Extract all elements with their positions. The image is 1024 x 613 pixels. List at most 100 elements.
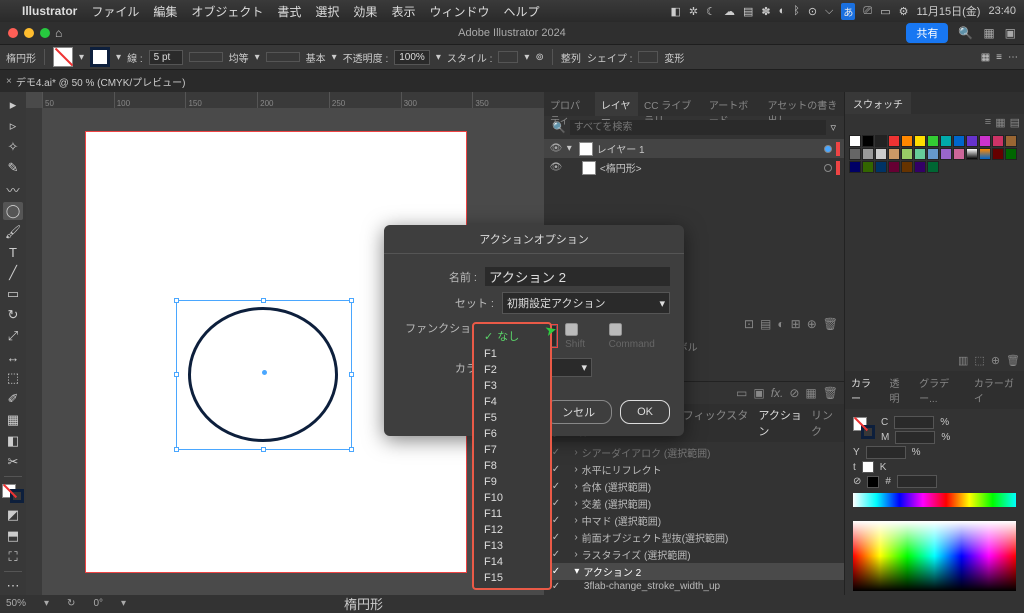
dropdown-item[interactable]: F14 (474, 554, 550, 570)
swatch[interactable] (849, 161, 861, 173)
screen-mode[interactable]: ⛶ (3, 548, 23, 566)
dropdown-item[interactable]: F4 (474, 394, 550, 410)
stroke-swatch[interactable] (90, 47, 110, 67)
scale-tool[interactable]: ⤢ (3, 327, 23, 345)
swatch[interactable] (901, 148, 913, 160)
app-name[interactable]: Illustrator (22, 4, 77, 18)
ok-button[interactable]: OK (620, 400, 670, 424)
swatch[interactable] (979, 135, 991, 147)
dropdown-item[interactable]: F1 (474, 346, 550, 362)
swatch[interactable] (862, 135, 874, 147)
curvature-tool[interactable]: 〰 (3, 180, 23, 199)
menubar-date[interactable]: 11月15日(金) (916, 3, 980, 19)
dropdown-item[interactable]: F10 (474, 490, 550, 506)
target-icon[interactable] (824, 164, 832, 172)
swatch[interactable] (914, 148, 926, 160)
tray-icon[interactable]: ◧ (670, 5, 680, 18)
handle[interactable] (349, 298, 354, 303)
action-row[interactable]: ✓ ›前面オブジェクト型抜(選択範囲) (544, 529, 844, 546)
shape-button[interactable]: シェイプ : (587, 50, 633, 65)
menu-window[interactable]: ウィンドウ (429, 3, 489, 20)
action-row[interactable]: ✓ ›シアーダイアロク (選択範囲) (544, 444, 844, 461)
rotate-icon[interactable]: ↻ (67, 598, 75, 609)
handle[interactable] (349, 372, 354, 377)
handle[interactable] (174, 298, 179, 303)
transform-button[interactable]: 変形 (664, 50, 684, 65)
locate-icon[interactable]: ⊡ (744, 317, 754, 331)
dropdown-item[interactable]: F2 (474, 362, 550, 378)
swatch[interactable] (901, 161, 913, 173)
paintbrush-tool[interactable]: 🖌 (3, 223, 23, 241)
close-tab-icon[interactable]: × (6, 76, 12, 87)
basic-label[interactable]: 基本 (306, 50, 326, 65)
tray-icon[interactable]: ✽ (761, 5, 770, 18)
edit-toolbar[interactable]: ⋯ (3, 577, 23, 595)
tab-layers[interactable]: レイヤー (595, 92, 638, 116)
swatch[interactable] (901, 135, 913, 147)
stroke-profile[interactable] (189, 52, 223, 62)
handle[interactable] (261, 447, 266, 452)
dropdown-item[interactable]: F5 (474, 410, 550, 426)
dropdown-item[interactable]: F7 (474, 442, 550, 458)
share-button[interactable]: 共有 (906, 23, 948, 43)
panel-icon[interactable]: ⋯ (1008, 52, 1018, 63)
eyedropper-tool[interactable]: ✐ (3, 390, 23, 408)
window-close[interactable] (8, 28, 18, 38)
swatch[interactable] (849, 148, 861, 160)
screen-icon[interactable]: ⎚ (863, 5, 872, 18)
dropdown-item[interactable]: F11 (474, 506, 550, 522)
swatch[interactable] (875, 161, 887, 173)
cancel-button[interactable]: ンセル (545, 400, 612, 424)
action-row-selected[interactable]: ✓ ▾アクション 2 (544, 563, 844, 580)
dropdown-item[interactable]: F8 (474, 458, 550, 474)
swatch[interactable] (914, 135, 926, 147)
new-swatch-icon[interactable]: ⊕ (991, 354, 1000, 367)
fx-icon[interactable]: ▣ (753, 386, 764, 400)
color-strip[interactable] (853, 493, 1016, 507)
target-icon[interactable] (824, 145, 832, 153)
gradient-tool[interactable]: ▦ (3, 411, 23, 429)
tray-icon[interactable]: ✲ (689, 5, 698, 18)
line-tool[interactable]: ╱ (3, 264, 23, 282)
fx-icon[interactable]: ▦ (805, 386, 816, 400)
rotation-angle[interactable]: 0° (93, 598, 103, 609)
fx-label[interactable]: fx. (771, 386, 784, 400)
swatch-view-icon[interactable]: ≡ (985, 116, 991, 129)
menu-file[interactable]: ファイル (91, 3, 139, 20)
action-row[interactable]: ✓ ›交差 (選択範囲) (544, 495, 844, 512)
swatch[interactable] (940, 135, 952, 147)
swatch[interactable] (875, 148, 887, 160)
layer-search-input[interactable] (570, 120, 827, 135)
swatch[interactable] (927, 148, 939, 160)
tab-asset-export[interactable]: アセットの書き出し (761, 92, 844, 116)
dropdown-item[interactable]: F9 (474, 474, 550, 490)
yellow-field[interactable] (866, 446, 906, 459)
action-row[interactable]: ✓ ›中マド (選択範囲) (544, 512, 844, 529)
swatch[interactable] (966, 135, 978, 147)
rotate-tool[interactable]: ↻ (3, 306, 23, 324)
magenta-field[interactable] (895, 431, 935, 444)
brush-def[interactable] (266, 52, 300, 62)
tint-box[interactable] (862, 461, 874, 473)
black-box[interactable] (867, 476, 879, 488)
direct-selection-tool[interactable]: ▹ (3, 117, 23, 135)
swatch[interactable] (953, 135, 965, 147)
dropdown-item[interactable]: F6 (474, 426, 550, 442)
zoom-level[interactable]: 50% (6, 598, 26, 609)
swatch[interactable] (927, 161, 939, 173)
filter-icon[interactable]: ▿ (830, 121, 836, 134)
selection-bounds[interactable] (176, 300, 352, 450)
visibility-icon[interactable]: 👁 (548, 143, 564, 154)
home-icon[interactable]: ⌂ (55, 26, 62, 40)
swatch-view-icon[interactable]: ▤ (1010, 116, 1020, 129)
fx-icon[interactable]: ⊘ (789, 386, 799, 400)
tray-icon[interactable]: ⊙ (808, 5, 817, 18)
swatch[interactable] (1005, 148, 1017, 160)
draw-mode[interactable]: ⬒ (3, 527, 23, 545)
window-minimize[interactable] (24, 28, 34, 38)
swatch[interactable] (875, 135, 887, 147)
menu-view[interactable]: 表示 (391, 3, 415, 20)
tab-transparency[interactable]: 透明 (884, 371, 914, 409)
action-name-field[interactable] (485, 267, 670, 286)
swatch[interactable] (953, 148, 965, 160)
